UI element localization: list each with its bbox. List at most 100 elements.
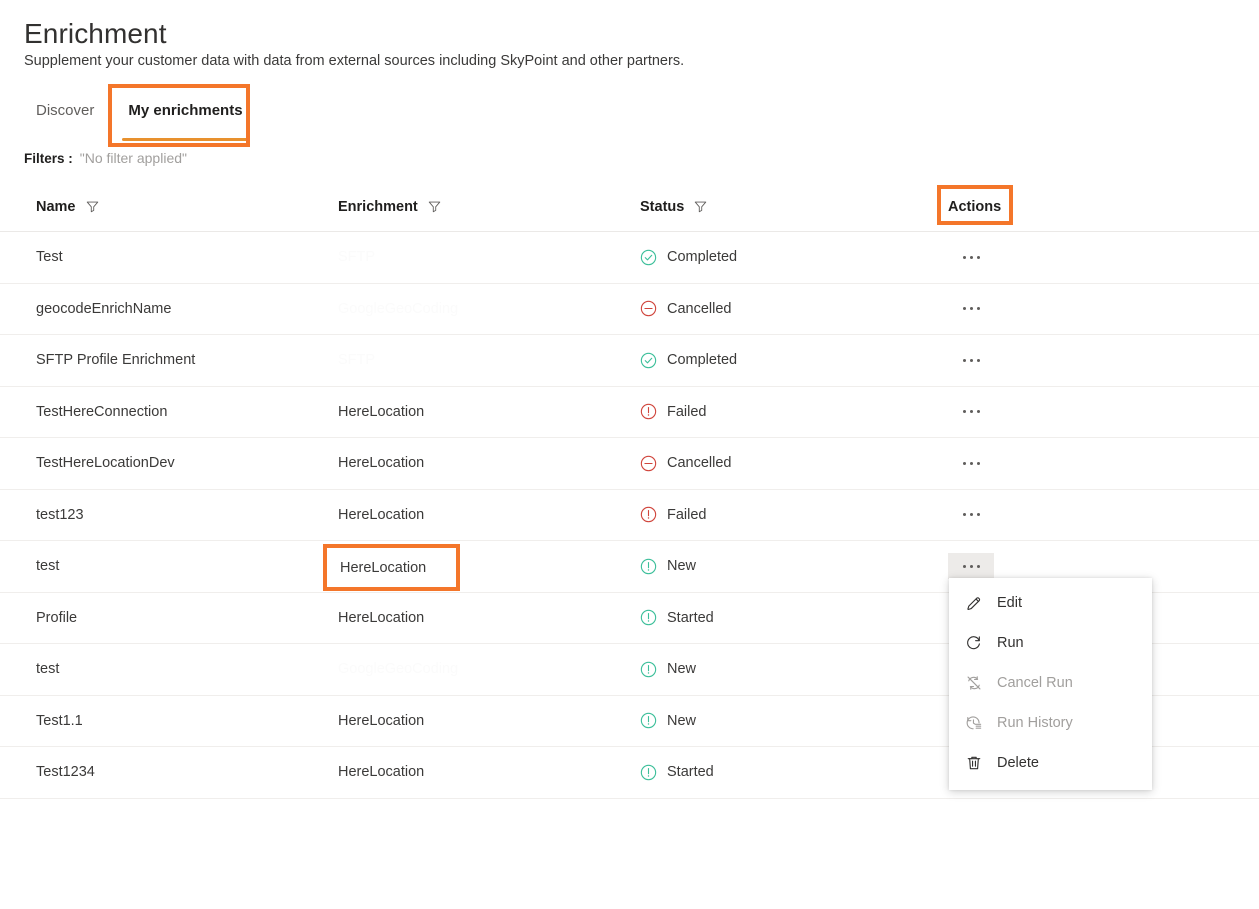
- row-actions-button[interactable]: [948, 244, 994, 270]
- table-row[interactable]: Test SFTP Completed: [0, 232, 1259, 284]
- cell-name: test: [36, 661, 338, 677]
- cell-name: TestHereConnection: [36, 404, 338, 420]
- cancel-sync-icon: [967, 676, 981, 690]
- ellipsis-icon: [969, 358, 973, 362]
- exclamation-circle-icon: [640, 404, 657, 420]
- table-row[interactable]: SFTP Profile Enrichment SFTP Completed: [0, 335, 1259, 387]
- cell-actions: [948, 553, 1148, 580]
- ellipsis-icon: [976, 307, 980, 311]
- cell-enrichment: GoogleGeoCoding: [338, 301, 640, 317]
- context-menu-item-label: Run History: [997, 715, 1073, 731]
- minus-circle-icon: [640, 301, 657, 317]
- row-actions-button[interactable]: [948, 502, 994, 528]
- exclamation-circle-icon: [640, 507, 657, 523]
- exclamation-circle-icon: [640, 764, 657, 780]
- table-row[interactable]: TestHereConnection HereLocation Failed: [0, 387, 1259, 438]
- column-header-enrichment-label: Enrichment: [338, 198, 418, 215]
- ellipsis-icon: [962, 307, 966, 311]
- column-header-status[interactable]: Status: [640, 199, 948, 215]
- row-enrichment: HereLocation: [338, 764, 425, 781]
- cell-status: Started: [640, 609, 948, 626]
- cell-enrichment: HereLocation: [338, 610, 640, 626]
- minus-circle-icon: [640, 455, 657, 471]
- filter-icon[interactable]: [694, 200, 707, 213]
- exclamation-circle-icon: [640, 661, 657, 677]
- filter-icon[interactable]: [86, 200, 99, 213]
- ellipsis-icon: [976, 410, 980, 414]
- column-header-enrichment[interactable]: Enrichment: [338, 199, 640, 215]
- cell-enrichment: HereLocation: [338, 404, 640, 420]
- context-menu-item-run-history: Run History: [949, 703, 1152, 743]
- cell-actions: [948, 399, 1148, 425]
- cell-name: test: [36, 558, 338, 574]
- context-menu-item-delete[interactable]: Delete: [949, 743, 1152, 783]
- context-menu-item-cancel-run: Cancel Run: [949, 663, 1152, 703]
- status-badge-label: Started: [667, 609, 714, 626]
- context-menu-item-label: Edit: [997, 595, 1022, 611]
- ellipsis-icon: [969, 255, 973, 259]
- column-header-actions: Actions: [948, 199, 1148, 215]
- cell-status: Failed: [640, 506, 948, 523]
- check-circle-icon: [640, 352, 657, 368]
- context-menu-item-run[interactable]: Run: [949, 623, 1152, 663]
- cell-enrichment: HereLocation: [338, 764, 640, 780]
- status-badge-label: New: [667, 661, 697, 678]
- table-row[interactable]: geocodeEnrichName GoogleGeoCoding Cancelle…: [0, 284, 1259, 335]
- status-badge-label: Started: [667, 764, 714, 781]
- status-badge-label: Cancelled: [667, 455, 732, 472]
- row-enrichment: GoogleGeoCoding: [338, 661, 459, 678]
- ellipsis-icon: [962, 255, 966, 259]
- ellipsis-icon: [962, 358, 966, 362]
- actions-context-menu[interactable]: Edit Run Cancel Run Run History Delete: [949, 578, 1152, 790]
- ellipsis-icon: [969, 307, 973, 311]
- row-name: test: [36, 661, 60, 678]
- tab-my-enrichments[interactable]: My enrichments: [110, 96, 260, 141]
- filters-value: "No filter applied": [79, 150, 187, 166]
- row-actions-button[interactable]: [948, 450, 994, 476]
- ellipsis-icon: [969, 461, 973, 465]
- refresh-icon: [967, 636, 980, 650]
- cell-status: Failed: [640, 403, 948, 420]
- column-header-name[interactable]: Name: [36, 199, 338, 215]
- tab-discover[interactable]: Discover: [24, 96, 110, 125]
- column-header-status-label: Status: [640, 198, 685, 215]
- trash-icon: [967, 756, 981, 770]
- row-actions-button[interactable]: [948, 347, 994, 373]
- row-name: Profile: [36, 609, 78, 626]
- exclamation-circle-icon: [640, 610, 657, 626]
- table-row[interactable]: test123 HereLocation Failed: [0, 490, 1259, 541]
- cell-status: New: [640, 558, 948, 575]
- cell-status: New: [640, 661, 948, 678]
- row-enrichment: HereLocation: [338, 403, 425, 420]
- context-menu-item-edit[interactable]: Edit: [949, 583, 1152, 623]
- row-enrichment: SFTP: [338, 352, 376, 369]
- table-row[interactable]: TestHereLocationDev HereLocation Cancelled: [0, 438, 1259, 490]
- column-header-actions-label: Actions: [948, 198, 1002, 215]
- row-name: test123: [36, 506, 84, 523]
- ellipsis-icon: [962, 461, 966, 465]
- row-name: TestHereConnection: [36, 403, 168, 420]
- status-badge-label: Completed: [667, 352, 738, 369]
- cell-status: Cancelled: [640, 455, 948, 472]
- ellipsis-icon: [962, 513, 966, 517]
- cell-status: New: [640, 712, 948, 729]
- cell-status: Started: [640, 764, 948, 781]
- row-enrichment: SFTP: [338, 249, 376, 266]
- row-actions-button[interactable]: [948, 553, 994, 580]
- cell-actions: [948, 244, 1148, 270]
- pencil-icon: [967, 597, 981, 611]
- cell-name: Test1.1: [36, 713, 338, 729]
- row-actions-button[interactable]: [948, 399, 994, 425]
- page-title: Enrichment: [24, 18, 167, 49]
- tab-bar: Discover My enrichments: [24, 96, 261, 141]
- status-badge-label: New: [667, 558, 697, 575]
- row-name: geocodeEnrichName: [36, 300, 172, 317]
- row-name: test: [36, 558, 60, 575]
- enrichment-page: Enrichment Supplement your customer data…: [0, 0, 1259, 909]
- highlight-box-herelocation-cell: HereLocation: [323, 544, 460, 591]
- status-badge-label: Cancelled: [667, 300, 732, 317]
- exclamation-circle-icon: [640, 713, 657, 729]
- row-name: TestHereLocationDev: [36, 455, 175, 472]
- row-actions-button[interactable]: [948, 296, 994, 322]
- filter-icon[interactable]: [428, 200, 441, 213]
